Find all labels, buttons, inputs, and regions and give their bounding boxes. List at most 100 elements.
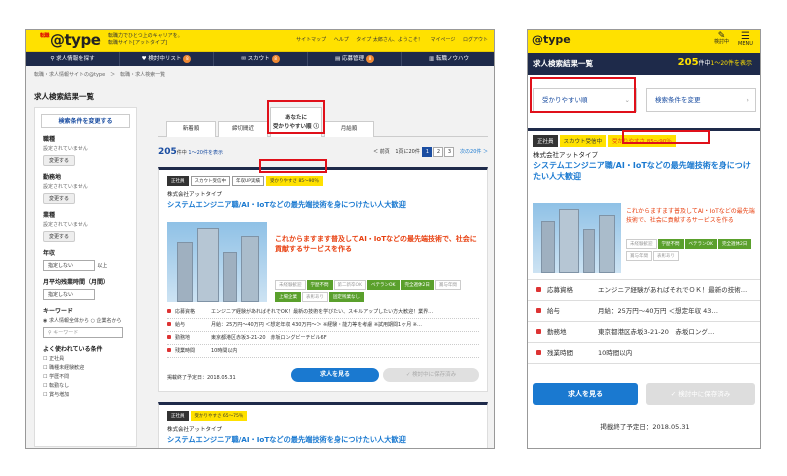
detail-key: 残業時間 — [536, 343, 598, 363]
count-unit: 件中 — [176, 150, 187, 156]
view-job-button[interactable]: 求人を見る — [291, 368, 379, 382]
mypage-link[interactable]: マイページ — [430, 37, 455, 43]
pc-screen: 転職@type 転職力でひとつ上のキャリアを。 転職サイト[アットタイプ] サイト… — [25, 29, 495, 449]
nav-search[interactable]: ⚲ 求人情報を探す — [26, 52, 120, 66]
nav-knowhow[interactable]: ▥ 転職ノウハウ — [402, 52, 494, 66]
logout-link[interactable]: ログアウト — [463, 37, 488, 43]
checkbox-label: 職種未経験歓迎 — [49, 365, 85, 371]
job-title-link[interactable]: システムエンジニア職/AI・IoTなどの最先端技術を身につけたい人大歓迎 — [167, 200, 406, 210]
detail-key: 応募資格 — [167, 306, 211, 318]
sp-menu[interactable]: ☰ MENU — [738, 31, 753, 48]
per-page-select[interactable]: 1頁に20件 — [395, 149, 420, 155]
detail-overtime: 残業時間 10時間以内 — [528, 343, 760, 364]
checkbox-item[interactable]: ☐ 学歴不問 — [43, 373, 128, 380]
page-2[interactable]: 2 — [433, 147, 444, 157]
logo[interactable]: @type — [532, 33, 571, 46]
detail-value: 東京都港区赤坂3-21-20 赤坂ロングビーチビル6F — [211, 335, 327, 341]
filter-title: キーワード — [43, 308, 74, 315]
sp-title-bar: 求人検索結果一覧 205件中1〜20件を表示 — [528, 53, 760, 75]
tab-salary[interactable]: 月給順 — [324, 121, 374, 137]
detail-location: 勤務地 東京都港区赤坂3-21-20 赤坂ロング… — [528, 322, 760, 343]
checkbox-item[interactable]: ☐ 正社員 — [43, 355, 128, 362]
tab-newest[interactable]: 新着順 — [166, 121, 216, 137]
radio-icon[interactable]: ○ — [91, 318, 95, 324]
salary-select[interactable]: 指定しない — [43, 260, 95, 271]
job-tag: 表彰あり — [302, 292, 328, 302]
change-conditions-button[interactable]: 検索条件を変更 › — [646, 88, 756, 112]
checkbox-item[interactable]: ☐ 転勤なし — [43, 382, 128, 389]
chip-fulltime: 正社員 — [533, 135, 558, 147]
logo[interactable]: 転職@type — [40, 31, 101, 49]
job-chips: 正社員 受かりやすさ 65〜75％ — [167, 411, 249, 421]
nav-scout[interactable]: ✉ スカウト 8 — [214, 52, 308, 66]
highlight-sort — [530, 77, 636, 113]
breadcrumb[interactable]: 転職・求人情報サイトの@type ＞ 転職・求人検索一覧 — [34, 71, 165, 78]
view-job-button[interactable]: 求人を見る — [533, 383, 638, 405]
detail-salary: 給与 月給：25万円〜40万円 ＜想定年収 430万円〜＞ ※経験・能力等を考慮 … — [167, 319, 479, 332]
change-industry-button[interactable]: 変更する — [43, 231, 76, 242]
welcome-text: タイプ 太郎さん、ようこそ！ — [356, 37, 423, 43]
chip-pass-rate: 受かりやすさ 65〜75％ — [190, 411, 248, 421]
book-icon: ▥ — [429, 56, 436, 62]
icon-label: 検討中 — [714, 39, 730, 45]
detail-value: 10時間以内 — [211, 348, 238, 354]
result-count: 205件中 1〜20件を表示 — [158, 147, 223, 157]
radio-icon[interactable]: ◉ — [43, 318, 47, 324]
count-range: 1〜20件を表示 — [188, 150, 223, 156]
company-name: 株式会社アットタイプ — [167, 427, 223, 433]
detail-salary: 給与 月給：25万円〜40万円 ＜想定年収 43… — [528, 301, 760, 322]
job-title-link[interactable]: システムエンジニア職/AI・IoTなどの最先端技術を身につけたい人大歓迎 — [167, 435, 406, 445]
job-tag: 賞与年間 — [626, 251, 652, 261]
sitemap-link[interactable]: サイトマップ — [296, 37, 326, 43]
detail-qualification: 応募資格 エンジニア経験があればそれでＯＫ！最新の技術… — [528, 280, 760, 301]
change-location-button[interactable]: 変更する — [43, 193, 76, 204]
next-link[interactable]: 次の20件 ＞ — [460, 149, 488, 155]
overtime-select[interactable]: 指定しない — [43, 289, 95, 300]
page-title: 求人検索結果一覧 — [533, 59, 593, 68]
chip-fulltime: 正社員 — [167, 176, 189, 186]
tab-deadline[interactable]: 締切間近 — [218, 121, 268, 137]
pager: ＜ 前頁 1頁に20件 123 次の20件 ＞ — [373, 147, 488, 157]
global-nav: ⚲ 求人情報を探す ♥ 検討中リスト 8 ✉ スカウト 8 ▤ 応募管理 8 ▥ 転職… — [26, 52, 494, 66]
nav-label: スカウト — [247, 56, 270, 62]
nav-applications[interactable]: ▤ 応募管理 8 — [308, 52, 402, 66]
detail-key: 勤務地 — [536, 322, 598, 342]
count-number: 205 — [677, 57, 699, 68]
sp-favorites[interactable]: ✎ 検討中 — [714, 32, 730, 46]
menu-icon: ☰ — [740, 31, 750, 42]
detail-value: 月給：25万円〜40万円 ＜想定年収 430万円〜＞ ※経験・能力等を考慮 ※試… — [211, 322, 422, 328]
filter-value: 設定されていません — [43, 222, 88, 228]
page-1[interactable]: 1 — [422, 147, 433, 157]
prev-link[interactable]: ＜ 前頁 — [373, 149, 390, 155]
save-button[interactable]: ✓ 検討中に保存済み — [383, 368, 479, 382]
tagline: 転職力でひとつ上のキャリアを。 転職サイト[アットタイプ] — [108, 33, 183, 47]
office-image — [533, 203, 621, 273]
chip-scout: スカウト受信中 — [559, 135, 607, 147]
job-tag: 学歴不問 — [306, 280, 333, 290]
keyword-input[interactable]: ⚲ キーワード — [43, 327, 123, 338]
filter-title: 職種 — [43, 136, 56, 143]
change-job-button[interactable]: 変更する — [43, 155, 76, 166]
nav-favorites[interactable]: ♥ 検討中リスト 8 — [120, 52, 214, 66]
nav-label: 求人情報を探す — [56, 56, 95, 62]
checkbox-item[interactable]: ☐ 賞与増加 — [43, 391, 128, 398]
save-button[interactable]: ✓ 検討中に保存済み — [646, 383, 755, 405]
checkbox-label: 転勤なし — [49, 383, 70, 389]
job-chips: 正社員 スカウト受信中 年収UP実績 受かりやすさ 85〜90％ — [167, 176, 325, 186]
change-label: 検索条件を変更 — [655, 96, 701, 104]
job-title-link[interactable]: システムエンジニア職/AI・IoTなどの最先端技術を身につけたい人大歓迎 — [533, 160, 755, 182]
page-3[interactable]: 3 — [444, 147, 455, 157]
job-card[interactable]: 正社員 スカウト受信中 受かりやすさ 85〜90％ 株式会社アットタイプ システムエ… — [528, 128, 760, 448]
detail-key: 給与 — [536, 301, 598, 321]
job-catchphrase: これからますます普及してAI・IoTなどの最先端技術で、社会に貢献するサービスを… — [626, 208, 755, 224]
count-badge: 8 — [271, 55, 280, 63]
chip-salary-up: 年収UP実績 — [232, 176, 265, 186]
job-card-2[interactable]: 正社員 受かりやすさ 65〜75％ 株式会社アットタイプ システムエンジニア職/A… — [158, 402, 488, 448]
detail-value: 月給：25万円〜40万円 ＜想定年収 43… — [598, 307, 718, 315]
help-link[interactable]: ヘルプ — [334, 37, 349, 43]
job-card[interactable]: 正社員 スカウト受信中 年収UP実績 受かりやすさ 85〜90％ 株式会社アットタイプ… — [158, 167, 488, 392]
checkbox-item[interactable]: ☐ 職種未経験歓迎 — [43, 364, 128, 371]
job-tag: 固定残業なし — [329, 292, 364, 302]
filter-keyword: キーワード ◉ 求人情報全体から ○ 企業名から ⚲ キーワード — [43, 306, 128, 338]
top-links: サイトマップ ヘルプ タイプ 太郎さん、ようこそ！ マイページ ログアウト — [290, 36, 488, 43]
